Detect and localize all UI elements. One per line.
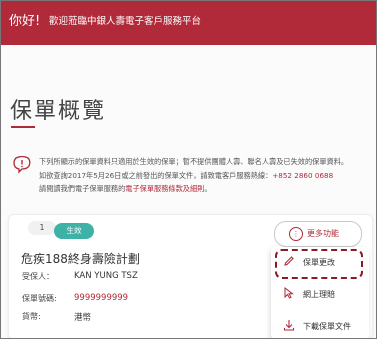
menu-item-download-documents[interactable]: 下載保單文件 [271,313,369,338]
notice-line-2: 如欲查詢2017年5月26日或之前發出的保單文件，請致電客戶服務熱線：+852 … [39,169,369,183]
plan-name: 危疾188終身壽險計劃 [21,252,140,266]
app-frame: 你好! 歡迎蒞臨中銀人壽電子客戶服務平台 保單概覽 下列所顯示的保單資料只適用於… [0,0,377,339]
insured-value: KAN YUNG TSZ [74,271,138,281]
highlight-box [275,249,363,279]
info-speech-icon [13,156,31,174]
policy-index-badge: 1 [28,221,56,235]
notice-line-1: 下列所顯示的保單資料只適用於生效的保單；暫不提供團體人壽、聯名人壽及已失效的保單… [39,157,349,166]
menu-item-label: 網上理賠 [303,290,335,299]
notice-line-3: 請閱讀我們電子保單服務的電子保單服務條款及細則。 [39,182,369,196]
more-functions-button[interactable]: ⋮ 更多功能 [274,221,362,247]
welcome-text: 歡迎蒞臨中銀人壽電子客戶服務平台 [49,16,202,27]
hotline-number: +852 2860 0688 [272,170,334,180]
policy-number-value: 9999999999 [74,293,129,303]
notice-line-2-text: 如欲查詢2017年5月26日或之前發出的保單文件，請致電客戶服務熱線： [39,170,273,180]
terms-link[interactable]: 電子保單服務條款及細則 [125,184,204,193]
menu-item-label: 下載保單文件 [303,322,351,331]
currency-label: 貨幣: [22,312,41,321]
title-underline [11,126,35,128]
policy-number-label: 保單號碼: [22,294,57,303]
menu-item-online-claim[interactable]: 網上理賠 [271,281,369,307]
currency-value: 港幣 [74,313,92,323]
top-header: 你好! 歡迎蒞臨中銀人壽電子客戶服務平台 [1,1,376,45]
notice-line-3-prefix: 請閱讀我們電子保單服務的 [39,184,126,193]
more-functions-label: 更多功能 [307,229,339,238]
cursor-icon [284,287,294,299]
status-badge: 生效 [54,223,94,239]
page-title: 保單概覽 [10,99,107,124]
more-dots-icon: ⋮ [289,227,303,241]
notice-text: 下列所顯示的保單資料只適用於生效的保單；暫不提供團體人壽、聯名人壽及已失效的保單… [39,155,369,196]
download-icon [283,320,295,331]
greeting-text: 你好! [9,14,41,29]
notice-line-3-suffix: 。 [204,184,212,193]
insured-label: 受保人： [22,272,54,281]
